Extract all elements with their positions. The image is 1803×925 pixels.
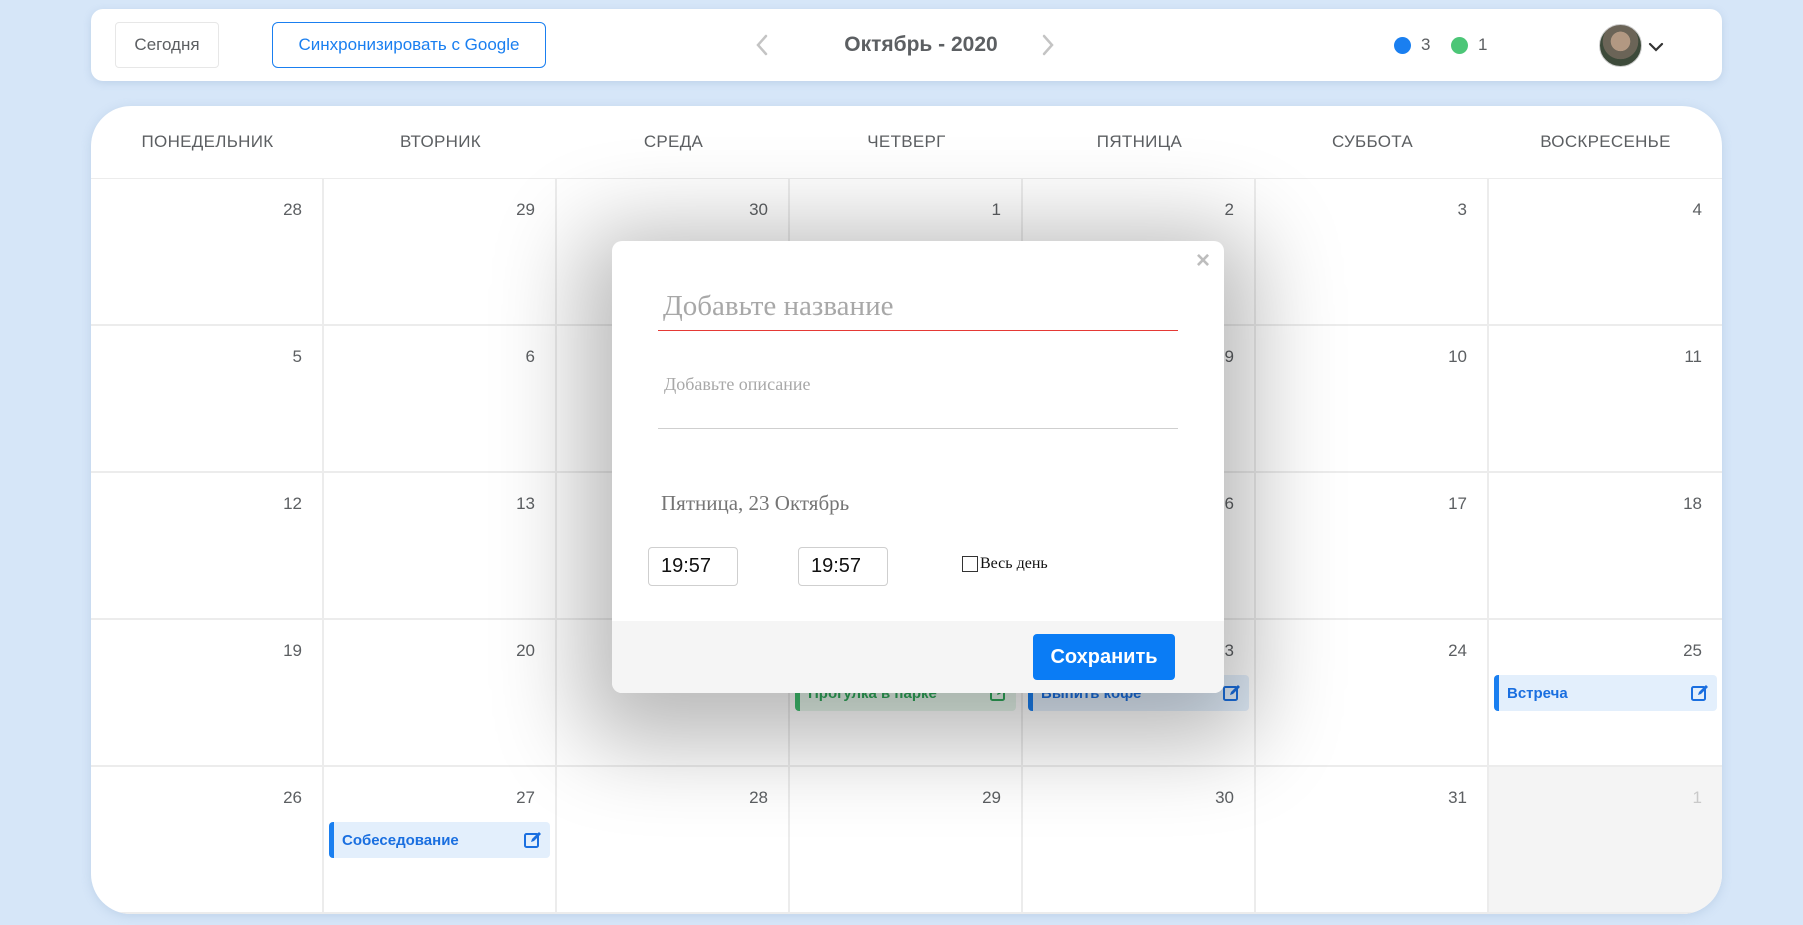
weekday-label: СРЕДА	[643, 132, 704, 151]
day-cell[interactable]: 11	[1489, 326, 1722, 473]
day-cell[interactable]: 28	[557, 767, 790, 914]
day-number: 25	[1683, 641, 1702, 660]
day-cell[interactable]: 29	[790, 767, 1023, 914]
green-dot-icon	[1451, 36, 1468, 54]
edit-icon[interactable]	[1690, 683, 1710, 703]
day-cell[interactable]: 31	[1256, 767, 1489, 914]
chevron-left-icon	[756, 34, 768, 56]
day-number: 19	[283, 641, 302, 660]
day-cell[interactable]: 5	[91, 326, 324, 473]
weekday-label: ЧЕТВЕРГ	[867, 132, 946, 151]
day-cell[interactable]: 1	[1489, 767, 1722, 914]
weekday-label: ПОНЕДЕЛЬНИК	[141, 132, 274, 151]
day-cell[interactable]: 19	[91, 620, 324, 767]
day-number: 4	[1692, 200, 1702, 219]
event-chip[interactable]: Собеседование	[329, 822, 550, 858]
day-number: 30	[749, 200, 768, 219]
day-number: 28	[749, 788, 768, 807]
blue-dot-icon	[1394, 36, 1411, 54]
event-chip[interactable]: Встреча	[1494, 675, 1717, 711]
weekday-label: ПЯТНИЦА	[1096, 132, 1183, 151]
day-number: 30	[1215, 788, 1234, 807]
day-number: 20	[516, 641, 535, 660]
edit-icon[interactable]	[523, 830, 543, 850]
day-cell[interactable]: 10	[1256, 326, 1489, 473]
day-number: 24	[1448, 641, 1467, 660]
day-cell[interactable]: 18	[1489, 473, 1722, 620]
event-title-input[interactable]	[658, 283, 1178, 331]
day-cell[interactable]: 6	[324, 326, 557, 473]
top-bar: Сегодня Синхронизировать с Google Октябр…	[91, 9, 1722, 81]
day-cell[interactable]: 12	[91, 473, 324, 620]
all-day-label: Весь день	[980, 555, 1048, 572]
event-description-input[interactable]	[658, 367, 1178, 429]
day-number: 5	[292, 347, 302, 366]
start-time-input[interactable]	[648, 547, 738, 586]
event-title: Встреча	[1507, 684, 1568, 702]
event-title: Собеседование	[342, 831, 459, 849]
edit-icon[interactable]	[1222, 683, 1242, 703]
save-button[interactable]: Сохранить	[1033, 634, 1175, 680]
day-number: 26	[283, 788, 302, 807]
blue-event-counter: 3	[1394, 33, 1430, 57]
day-cell[interactable]: 17	[1256, 473, 1489, 620]
next-month-button[interactable]	[1035, 31, 1061, 59]
end-time-input[interactable]	[798, 547, 888, 586]
weekday-label: СУББОТА	[1331, 132, 1414, 151]
day-number: 2	[1224, 200, 1234, 219]
day-number: 29	[516, 200, 535, 219]
prev-month-button[interactable]	[749, 31, 775, 59]
day-number: 31	[1448, 788, 1467, 807]
day-cell[interactable]: 3	[1256, 179, 1489, 326]
all-day-toggle[interactable]: Весь день	[962, 555, 1048, 573]
chevron-down-icon[interactable]	[1648, 39, 1664, 55]
day-cell[interactable]: 20	[324, 620, 557, 767]
day-cell[interactable]: 26	[91, 767, 324, 914]
day-cell[interactable]: 28	[91, 179, 324, 326]
day-number: 13	[516, 494, 535, 513]
event-date-label: Пятница, 23 Октябрь	[661, 491, 850, 515]
day-number: 11	[1684, 347, 1702, 366]
day-number: 9	[1224, 347, 1234, 366]
day-number: 18	[1683, 494, 1702, 513]
day-number: 1	[991, 200, 1001, 219]
day-number: 3	[1457, 200, 1467, 219]
sync-google-button[interactable]: Синхронизировать с Google	[272, 22, 546, 68]
day-number: 10	[1448, 347, 1467, 366]
user-avatar[interactable]	[1599, 24, 1642, 67]
blue-count: 3	[1421, 35, 1431, 54]
today-button[interactable]: Сегодня	[115, 22, 219, 68]
green-count: 1	[1478, 35, 1488, 54]
day-number: 27	[516, 788, 535, 807]
day-cell[interactable]: 29	[324, 179, 557, 326]
day-number: 6	[525, 347, 535, 366]
new-event-dialog: × Пятница, 23 Октябрь Весь день Сохранит…	[612, 241, 1224, 693]
day-cell[interactable]: 25 Встреча	[1489, 620, 1722, 767]
day-cell[interactable]: 30	[1023, 767, 1256, 914]
chevron-right-icon	[1042, 34, 1054, 56]
month-title: Октябрь - 2020	[844, 33, 998, 56]
dialog-footer: Сохранить	[612, 621, 1224, 693]
day-number: 28	[283, 200, 302, 219]
close-icon[interactable]: ×	[1193, 249, 1213, 273]
day-number: 12	[283, 494, 302, 513]
day-cell[interactable]: 13	[324, 473, 557, 620]
day-number: 29	[982, 788, 1001, 807]
weekday-header: ПОНЕДЕЛЬНИК ВТОРНИК СРЕДА ЧЕТВЕРГ ПЯТНИЦ…	[91, 106, 1722, 179]
weekday-label: ВТОРНИК	[400, 132, 481, 151]
weekday-label: ВОСКРЕСЕНЬЕ	[1540, 132, 1671, 151]
green-event-counter: 1	[1451, 33, 1487, 57]
day-number: 1	[1692, 788, 1702, 807]
day-number: 17	[1448, 494, 1467, 513]
day-cell[interactable]: 24	[1256, 620, 1489, 767]
day-cell[interactable]: 4	[1489, 179, 1722, 326]
day-cell[interactable]: 27 Собеседование	[324, 767, 557, 914]
all-day-checkbox[interactable]	[962, 556, 978, 572]
